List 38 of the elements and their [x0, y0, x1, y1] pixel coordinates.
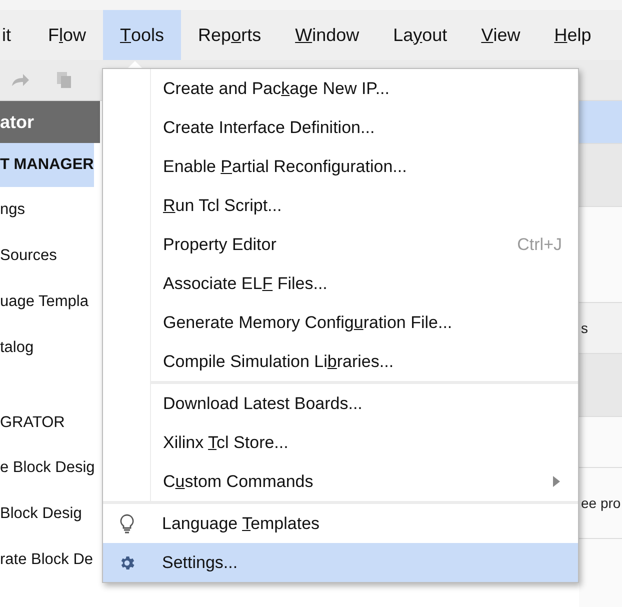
menu-item[interactable]: Create and Package New IP... [151, 69, 578, 108]
menu-item[interactable]: Property Editor Ctrl+J [151, 225, 578, 264]
panel-text: ee pro [581, 495, 621, 511]
panel-text: s [581, 320, 588, 336]
menu-title[interactable]: Window [278, 10, 376, 60]
menu-title[interactable]: Tools [103, 10, 182, 60]
nav-item[interactable]: uage Templa [0, 279, 88, 325]
menu-item[interactable]: Custom Commands [151, 462, 578, 501]
menu-title[interactable]: Layout [376, 10, 464, 60]
nav-item[interactable]: rate Block De [0, 537, 94, 583]
menu-title[interactable]: Flow [31, 10, 104, 60]
menu-title[interactable]: Help [537, 10, 608, 60]
nav-item[interactable]: ngs [0, 187, 25, 233]
panel-title: ator [0, 101, 100, 143]
menu-title[interactable]: it [0, 10, 17, 60]
menu-item[interactable]: Xilinx Tcl Store... [151, 423, 578, 462]
lightbulb-icon [120, 514, 134, 534]
redo-arrow-icon [10, 73, 30, 87]
menu-item[interactable]: Create Interface Definition... [151, 108, 578, 147]
submenu-arrow-icon [553, 476, 560, 487]
copy-icon [56, 71, 72, 89]
menu-item[interactable]: Settings... [103, 543, 578, 582]
nav-item[interactable]: Block Desig [0, 491, 82, 537]
nav-item[interactable]: e Block Desig [0, 445, 95, 491]
menu-item[interactable]: Associate ELF Files... [151, 264, 578, 303]
menu-item[interactable]: Compile Simulation Libraries... [151, 342, 578, 381]
menu-item[interactable]: Enable Partial Reconfiguration... [151, 147, 578, 186]
menu-item[interactable]: Generate Memory Configuration File... [151, 303, 578, 342]
menu-item[interactable]: Download Latest Boards... [151, 384, 578, 423]
nav-section-header[interactable]: GRATOR [0, 401, 65, 445]
nav-item[interactable]: talog [0, 325, 34, 371]
menu-title[interactable]: View [464, 10, 538, 60]
menu-item[interactable]: Language Templates [103, 504, 578, 543]
nav-item[interactable]: Sources [0, 233, 57, 279]
menu-title[interactable]: Reports [181, 10, 278, 60]
shortcut-text: Ctrl+J [517, 234, 562, 254]
menu-item[interactable]: Run Tcl Script... [151, 186, 578, 225]
nav-section-header[interactable]: T MANAGER [0, 143, 94, 187]
